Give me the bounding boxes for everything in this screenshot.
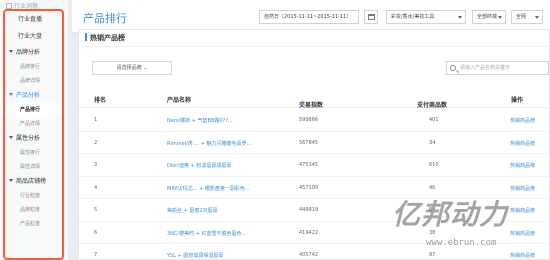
caret-down-icon: [9, 93, 13, 96]
cell-product-link[interactable]: 3NC/德美时 + 红蓝雪不脱色唇色...: [167, 230, 246, 237]
sidebar-item-brand-grain[interactable]: 品牌粒度: [5, 203, 62, 217]
sidebar-item-product-grain[interactable]: 产品粒度: [5, 217, 62, 231]
sidebar-item-product-detail[interactable]: 产品详情: [5, 117, 62, 131]
hot-items-link[interactable]: 热销商品榜: [510, 162, 535, 169]
calendar-button[interactable]: [364, 10, 378, 24]
table-row: 6 3NC/德美时 + 红蓝雪不脱色唇色... 419422 38 热销商品榜: [79, 222, 549, 244]
cell-trade-index: 475345: [299, 162, 319, 168]
main-content: 产品排行 自然日（2015-11-11~2015-11-11） 彩妆/香水/美妆…: [72, 0, 550, 260]
scope-dropdown[interactable]: 全网: [511, 10, 543, 24]
cell-rank: 6: [94, 229, 98, 236]
chevron-down-icon: [458, 16, 462, 19]
sidebar-item-attribute-rank[interactable]: 属性排行: [5, 146, 62, 160]
sidebar-item-brand-detail[interactable]: 品牌详情: [5, 74, 62, 88]
cell-rank: 7: [94, 252, 98, 258]
chevron-down-icon: [498, 16, 502, 19]
table-row: 2 Rimmel/芮 ... + 魅力闪耀睫毛膏罗... 567845 34 热…: [79, 132, 549, 154]
caret-down-icon: [9, 179, 13, 182]
hot-items-link[interactable]: 热销商品榜: [510, 252, 535, 259]
table-body: 1 Nars/娜斯 + 气垫BB霜0??... 599866 401 热销商品榜…: [79, 109, 549, 260]
cell-paid-count: 34: [429, 139, 436, 146]
cell-rank: 4: [94, 184, 98, 191]
title-accent-bar: [85, 33, 87, 41]
table-row: 5 美颜丝 + 唇蜜2次唇膏 449919 8 热销商品榜: [79, 199, 549, 222]
product-search-input[interactable]: 请输入产品名称关键字: [446, 61, 549, 75]
cell-trade-index: 449919: [299, 207, 319, 213]
channel-dropdown[interactable]: 全部终端: [472, 10, 506, 24]
sidebar-item-product-rank[interactable]: 产品排行: [5, 103, 62, 117]
hot-items-link[interactable]: 热销商品榜: [510, 117, 535, 124]
hot-items-link[interactable]: 热销商品榜: [510, 230, 535, 237]
cell-rank: 2: [94, 139, 98, 146]
sidebar-item-live[interactable]: 行业直播: [5, 11, 62, 28]
sort-icon[interactable]: ⇕: [418, 100, 423, 107]
sidebar-section-shop-rank[interactable]: 商品店铺榜: [5, 174, 62, 189]
hot-products-panel: 热销产品榜 请选择品牌 ⌄ 请输入产品名称关键字 排名 产品名称 交易指数 ⇕ 支…: [78, 29, 550, 260]
date-range-picker[interactable]: 自然日（2015-11-11~2015-11-11）: [259, 10, 359, 24]
hot-items-link[interactable]: 热销商品榜: [510, 185, 535, 192]
cell-product-link[interactable]: 美颜丝 + 唇蜜2次唇膏: [167, 207, 218, 214]
chevron-down-icon: [535, 16, 539, 19]
cell-paid-count: 610: [429, 162, 439, 168]
cell-rank: 1: [94, 117, 98, 123]
cell-trade-index: 419422: [299, 229, 319, 236]
table-row: 7 YSL + 圆管滋润保湿唇膏 405742 97 热销商品榜: [79, 244, 549, 260]
cell-product-link[interactable]: YSL + 圆管滋润保湿唇膏: [167, 252, 223, 259]
table-row: 1 Nars/娜斯 + 气垫BB霜0??... 599866 401 热销商品榜: [79, 109, 549, 132]
sidebar-section-attribute[interactable]: 属性分析: [5, 131, 62, 146]
cell-paid-count: 8: [429, 207, 433, 213]
page-title: 产品排行: [83, 12, 127, 25]
table-row: 4 MAYU/玛尤... + 眼影盘第一副彩色... 457100 46 热销商…: [79, 177, 549, 199]
sidebar-section-product[interactable]: 产品分析: [5, 88, 62, 103]
cell-trade-index: 405742: [299, 252, 319, 258]
cell-paid-count: 401: [429, 117, 439, 123]
sort-icon[interactable]: ⇕: [300, 100, 305, 107]
cell-product-link[interactable]: Rimmel/芮 ... + 魅力闪耀睫毛膏罗...: [167, 140, 251, 147]
sidebar-item-overview[interactable]: 行业大盘: [5, 28, 62, 45]
table-header: 排名 产品名称 交易指数 ⇕ 支付商品数 ⇕ 操作: [79, 90, 549, 109]
column-action: 操作: [511, 97, 524, 104]
column-rank: 排名: [94, 97, 107, 104]
cell-paid-count: 38: [429, 229, 436, 236]
calendar-icon: [368, 14, 375, 20]
cell-rank: 3: [94, 162, 98, 168]
cell-product-link[interactable]: Nars/娜斯 + 气垫BB霜0??...: [167, 117, 233, 124]
search-icon: [450, 65, 456, 71]
cell-trade-index: 457100: [299, 184, 319, 191]
brand-select[interactable]: 请选择品牌 ⌄: [92, 61, 172, 75]
sidebar-nav: 行业直播 行业大盘 品牌分析 品牌排行 品牌详情 产品分析 产品排行 产品详情 …: [3, 9, 64, 260]
sidebar-section-brand[interactable]: 品牌分析: [5, 45, 62, 60]
sidebar-item-attribute-detail[interactable]: 属性详情: [5, 160, 62, 174]
caret-down-icon: [9, 50, 13, 53]
hot-items-link[interactable]: 热销商品榜: [510, 140, 535, 147]
cell-product-link[interactable]: Dior/迪奥 + 粉漾唇膏润唇膏: [167, 162, 231, 169]
cell-trade-index: 599866: [299, 117, 319, 123]
hot-items-link[interactable]: 热销商品榜: [510, 207, 535, 214]
panel-title: 热销产品榜: [79, 30, 549, 47]
cell-paid-count: 97: [429, 252, 436, 258]
caret-down-icon: [9, 136, 13, 139]
table-row: 3 Dior/迪奥 + 粉漾唇膏润唇膏 475345 610 热销商品榜: [79, 154, 549, 177]
sidebar-item-industry-grain[interactable]: 行业粒度: [5, 189, 62, 203]
cell-trade-index: 567845: [299, 139, 319, 146]
sidebar: 行业洞察 行业直播 行业大盘 品牌分析 品牌排行 品牌详情 产品分析 产品排行 …: [0, 0, 68, 260]
cell-product-link[interactable]: MAYU/玛尤... + 眼影盘第一副彩色...: [167, 185, 250, 192]
cell-rank: 5: [94, 207, 98, 213]
category-dropdown[interactable]: 彩妆/香水/美妆工具: [386, 10, 466, 24]
column-product-name: 产品名称: [167, 97, 192, 104]
cell-paid-count: 46: [429, 184, 436, 191]
chevron-down-icon: ⌄: [143, 65, 148, 71]
sidebar-item-brand-rank[interactable]: 品牌排行: [5, 60, 62, 74]
